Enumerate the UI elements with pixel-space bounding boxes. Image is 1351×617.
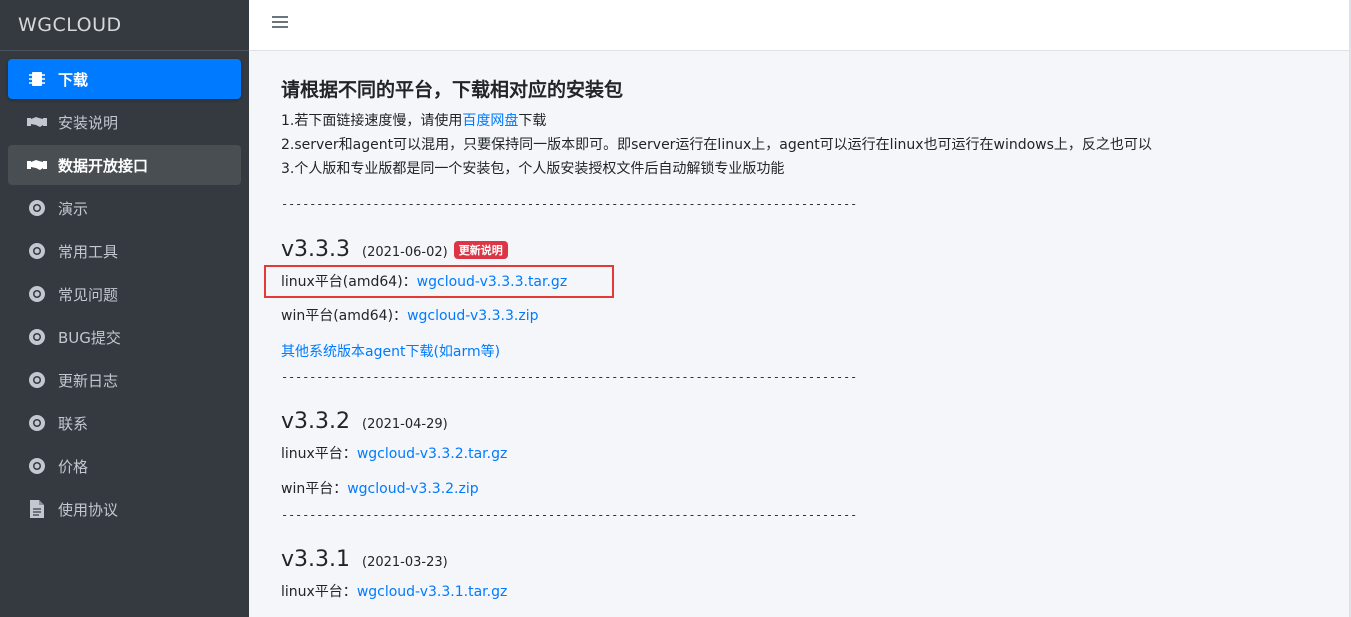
- chrome-icon: [26, 456, 48, 476]
- sidebar-nav: 下载 安装说明 数据开放接口 演示 常用工具 常见问题 BUG提交 更新日志 联…: [0, 51, 249, 529]
- sidebar-item-label: 使用协议: [58, 500, 119, 519]
- sidebar-item-price[interactable]: 价格: [8, 446, 241, 486]
- hamburger-icon[interactable]: [272, 13, 288, 29]
- separator: ----------------------------------------…: [281, 197, 856, 211]
- sidebar-item-demo[interactable]: 演示: [8, 188, 241, 228]
- brand-logo[interactable]: WGCLOUD: [0, 0, 249, 51]
- other-agent-row: 其他系统版本agent下载(如arm等): [281, 341, 500, 361]
- sidebar-item-label: 演示: [58, 199, 89, 218]
- chrome-icon: [26, 198, 48, 218]
- release-version: v3.3.2: [281, 409, 350, 434]
- main-content: 请根据不同的平台，下载相对应的安装包 1.若下面链接速度慢，请使用百度网盘下载 …: [249, 51, 1349, 617]
- sidebar-item-open-api[interactable]: 数据开放接口: [8, 145, 241, 185]
- platform-label: win平台：: [281, 481, 348, 497]
- sidebar-item-contact[interactable]: 联系: [8, 403, 241, 443]
- sidebar-item-label: 数据开放接口: [58, 156, 149, 175]
- changelog-badge[interactable]: 更新说明: [453, 240, 508, 259]
- win-download-row: win平台：wgcloud-v3.3.2.zip: [281, 478, 479, 498]
- linux-download-row: linux平台：wgcloud-v3.3.2.tar.gz: [281, 443, 507, 463]
- sidebar-item-license[interactable]: 使用协议: [8, 489, 241, 529]
- note-1-text: 1.若下面链接速度慢，请使用: [281, 113, 463, 129]
- file-icon: [26, 499, 48, 519]
- sidebar-item-download[interactable]: 下载: [8, 59, 241, 99]
- download-link-win[interactable]: wgcloud-v3.3.2.zip: [347, 481, 478, 497]
- release-date: (2021-04-29): [362, 417, 448, 432]
- sidebar-item-label: 常用工具: [58, 242, 119, 261]
- note-3: 3.个人版和专业版都是同一个安装包，个人版安装授权文件后自动解锁专业版功能: [281, 161, 785, 177]
- linux-download-row: linux平台：wgcloud-v3.3.1.tar.gz: [281, 581, 507, 601]
- note-1-suffix: 下载: [518, 113, 547, 129]
- note-1: 1.若下面链接速度慢，请使用百度网盘下载: [281, 109, 1152, 133]
- chrome-icon: [26, 370, 48, 390]
- platform-label: linux平台：: [281, 446, 357, 462]
- chrome-icon: [26, 327, 48, 347]
- separator: ----------------------------------------…: [281, 508, 856, 522]
- microchip-icon: [26, 69, 48, 89]
- platform-label: linux平台：: [281, 584, 357, 600]
- topbar: [249, 0, 1349, 51]
- linux-download-row: linux平台(amd64)：wgcloud-v3.3.3.tar.gz: [281, 271, 567, 291]
- download-notes: 1.若下面链接速度慢，请使用百度网盘下载 2.server和agent可以混用，…: [281, 109, 1152, 181]
- release-header: v3.3.2 (2021-04-29): [281, 409, 448, 434]
- release-header: v3.3.3 (2021-06-02) 更新说明: [281, 237, 508, 262]
- page-title: 请根据不同的平台，下载相对应的安装包: [281, 79, 624, 101]
- sidebar-item-faq[interactable]: 常见问题: [8, 274, 241, 314]
- download-link-linux[interactable]: wgcloud-v3.3.2.tar.gz: [357, 446, 508, 462]
- sidebar-item-label: 更新日志: [58, 371, 119, 390]
- note-2: 2.server和agent可以混用，只要保持同一版本即可。即server运行在…: [281, 137, 1152, 153]
- sidebar: WGCLOUD 下载 安装说明 数据开放接口 演示 常用工具 常见问题 BUG提…: [0, 0, 249, 617]
- sidebar-item-label: 联系: [58, 414, 89, 433]
- baidu-pan-link[interactable]: 百度网盘: [462, 113, 518, 129]
- sidebar-item-changelog[interactable]: 更新日志: [8, 360, 241, 400]
- download-link-win[interactable]: wgcloud-v3.3.3.zip: [407, 308, 538, 324]
- download-link-linux[interactable]: wgcloud-v3.3.1.tar.gz: [357, 584, 508, 600]
- release-date: (2021-06-02): [362, 245, 448, 260]
- sidebar-item-bug[interactable]: BUG提交: [8, 317, 241, 357]
- release-date: (2021-03-23): [362, 555, 448, 570]
- release-header: v3.3.1 (2021-03-23): [281, 547, 448, 572]
- handshake-icon: [26, 112, 48, 132]
- download-link-linux[interactable]: wgcloud-v3.3.3.tar.gz: [417, 274, 568, 290]
- release-version: v3.3.1: [281, 547, 350, 572]
- sidebar-item-label: 安装说明: [58, 113, 119, 132]
- chrome-icon: [26, 284, 48, 304]
- sidebar-item-label: 下载: [58, 70, 89, 89]
- handshake-icon: [26, 155, 48, 175]
- sidebar-item-label: 常见问题: [58, 285, 119, 304]
- platform-label: linux平台(amd64)：: [281, 274, 417, 290]
- chrome-icon: [26, 241, 48, 261]
- separator: ----------------------------------------…: [281, 370, 856, 384]
- sidebar-item-label: 价格: [58, 457, 89, 476]
- release-version: v3.3.3: [281, 237, 350, 262]
- sidebar-item-install-guide[interactable]: 安装说明: [8, 102, 241, 142]
- platform-label: win平台(amd64)：: [281, 308, 408, 324]
- chrome-icon: [26, 413, 48, 433]
- other-agent-link[interactable]: 其他系统版本agent下载(如arm等): [281, 344, 500, 360]
- sidebar-item-tools[interactable]: 常用工具: [8, 231, 241, 271]
- win-download-row: win平台(amd64)：wgcloud-v3.3.3.zip: [281, 305, 538, 325]
- sidebar-item-label: BUG提交: [58, 328, 121, 347]
